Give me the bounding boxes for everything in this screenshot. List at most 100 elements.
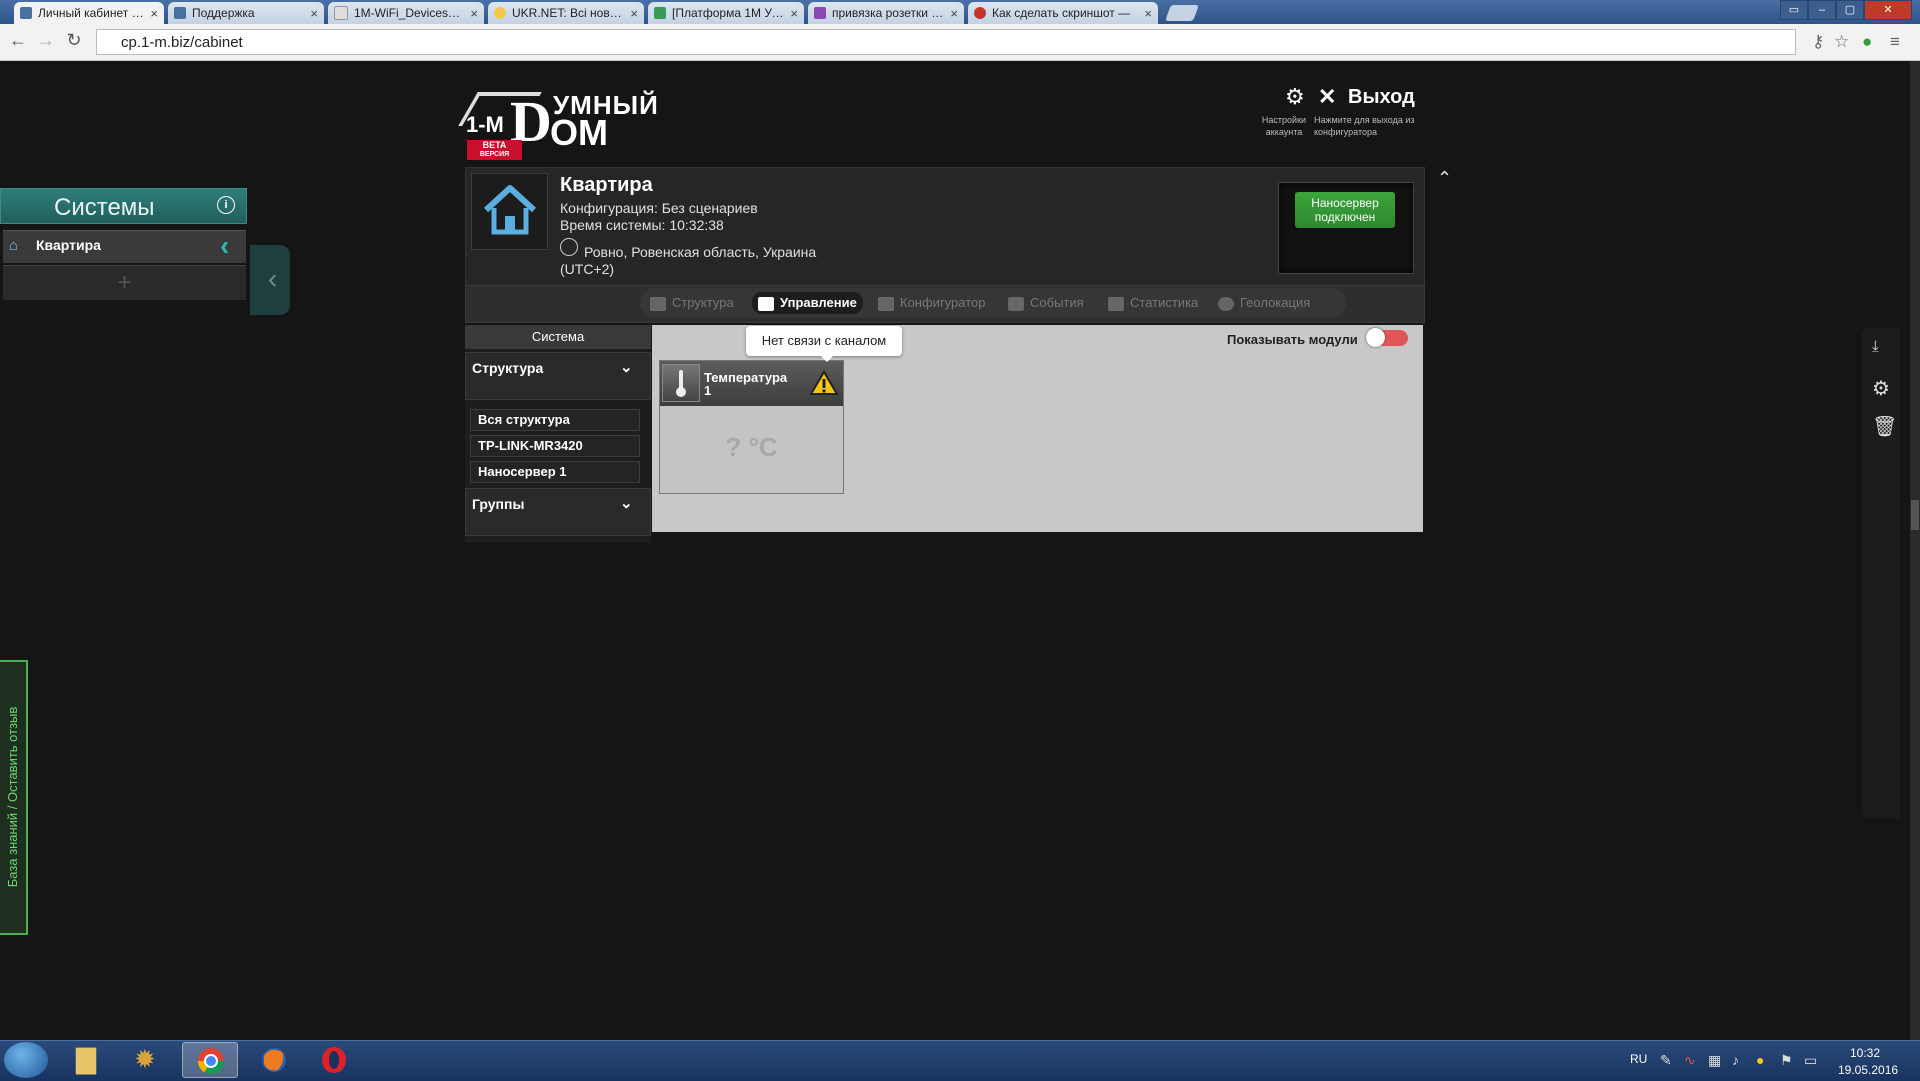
nanoserver-status-badge[interactable]: Наносервер подключен [1295, 192, 1395, 228]
toggle-knob[interactable] [1366, 328, 1385, 347]
address-bar: ← → ↻ cp.1-m.biz/cabinet ⚷ ☆ ● ≡ [0, 24, 1920, 61]
object-title: Квартира [560, 174, 653, 196]
tab-events[interactable]: События [1008, 293, 1084, 313]
logo-prefix: 1-M [466, 112, 504, 137]
user-profile-button[interactable]: ▭ [1780, 0, 1808, 20]
system-panel-header: Система [465, 325, 651, 349]
sun-icon: ✹ [134, 1044, 156, 1074]
taskbar-firefox[interactable] [246, 1042, 302, 1078]
account-settings-label[interactable]: Настройки аккаунта [1256, 114, 1312, 138]
sidebar-item-label[interactable]: Квартира [36, 237, 101, 253]
close-icon[interactable]: × [150, 6, 158, 21]
groups-accordion-label[interactable]: Группы [472, 496, 524, 512]
tab-structure[interactable]: Структура [650, 293, 734, 313]
clock-date[interactable]: 19.05.2016 [1838, 1063, 1898, 1077]
add-system-button[interactable]: + [3, 265, 246, 300]
tray-app-icon[interactable]: ● [1756, 1052, 1764, 1068]
close-icon[interactable]: × [470, 6, 478, 21]
chrome-icon [197, 1048, 225, 1075]
browser-tab-title: Как сделать скриншот — [992, 6, 1131, 20]
close-icon[interactable]: × [950, 6, 958, 21]
tray-language[interactable]: RU [1630, 1052, 1647, 1066]
clock-time[interactable]: 10:32 [1850, 1046, 1880, 1060]
scrollbar-thumb[interactable] [1911, 500, 1919, 530]
folder-icon: ▇ [76, 1044, 96, 1074]
network-activity-icon[interactable]: ∿ [1684, 1052, 1696, 1069]
forward-icon[interactable]: → [34, 30, 58, 51]
site-icon [974, 7, 986, 19]
url-input[interactable]: cp.1-m.biz/cabinet [96, 29, 1796, 55]
browser-tab[interactable]: Как сделать скриншот — × [968, 2, 1158, 24]
exit-configurator-label[interactable]: Нажмите для выхода из конфигуратора [1314, 114, 1418, 138]
trash-icon[interactable]: 🗑 [1872, 414, 1897, 439]
house-icon [483, 185, 537, 235]
browser-tab[interactable]: привязка розетки expert × [808, 2, 964, 24]
network-icon[interactable]: ▦ [1708, 1052, 1721, 1069]
taskbar-opera[interactable] [306, 1042, 362, 1078]
taskbar-app[interactable]: ✹ [120, 1042, 176, 1078]
new-tab-button[interactable] [1165, 5, 1199, 21]
tab-statistics[interactable]: Статистика [1108, 293, 1198, 313]
display-icon[interactable]: ▭ [1804, 1052, 1817, 1069]
close-icon[interactable]: × [310, 6, 318, 21]
close-window-button[interactable]: ✕ [1864, 0, 1912, 20]
minimize-button[interactable]: – [1808, 0, 1836, 20]
calendar-icon [1008, 296, 1024, 311]
bookmark-star-icon[interactable]: ☆ [1834, 32, 1849, 52]
tab-geolocation[interactable]: Геолокация [1218, 293, 1310, 313]
close-icon[interactable]: × [790, 6, 798, 21]
logout-button[interactable]: Выход [1348, 86, 1415, 109]
browser-tab[interactable]: Поддержка × [168, 2, 324, 24]
beta-label: BETA [482, 140, 507, 150]
structure-item[interactable]: TP-LINK-MR3420 [470, 435, 640, 457]
structure-item[interactable]: Вся структура [470, 409, 640, 431]
taskbar-explorer[interactable]: ▇ [60, 1042, 116, 1078]
scrollbar[interactable] [1910, 61, 1920, 1041]
device-card-title: Температура 1 [704, 371, 787, 397]
browser-tab[interactable]: UKR.NET: Всі новини Укр × [488, 2, 644, 24]
logo-line2: OM [550, 112, 608, 153]
thermometer-icon [662, 364, 700, 402]
close-icon[interactable]: × [630, 6, 638, 21]
browser-tab-title: Поддержка [192, 6, 255, 20]
warning-icon[interactable] [809, 370, 839, 396]
start-button[interactable] [4, 1042, 48, 1078]
flag-icon[interactable]: ⚑ [1780, 1052, 1793, 1069]
close-icon[interactable]: × [1144, 6, 1152, 21]
taskbar-chrome[interactable] [182, 1042, 238, 1078]
tab-configurator[interactable]: Конфигуратор [878, 293, 985, 313]
site-icon [814, 7, 826, 19]
chevron-left-icon[interactable]: ‹ [220, 230, 229, 262]
browser-tab[interactable]: Личный кабинет - 1-М У × [14, 2, 164, 24]
feedback-tab-label[interactable]: База знаний / Оставить отзыв [5, 662, 29, 932]
gear-icon[interactable]: ⚙ [1285, 84, 1305, 110]
gear-icon[interactable]: ⚙ [1872, 376, 1890, 401]
browser-tab[interactable]: 1M-WiFi_Devices_Config × [328, 2, 484, 24]
pen-icon[interactable]: ✎ [1660, 1052, 1672, 1069]
tooltip: Нет связи с каналом [746, 326, 902, 356]
beta-sub-label: ВЕРСИЯ [479, 151, 510, 158]
tab-label: Статистика [1130, 295, 1199, 310]
extension-icon[interactable]: ● [1862, 32, 1872, 52]
back-icon[interactable]: ← [6, 30, 30, 51]
browser-tab-title: UKR.NET: Всі новини Укр [512, 6, 627, 20]
maximize-button[interactable]: ▢ [1836, 0, 1864, 20]
chevron-down-icon[interactable]: ⌄ [620, 358, 633, 376]
chevron-left-icon[interactable]: ‹ [268, 263, 277, 295]
structure-item[interactable]: Наносервер 1 [470, 461, 640, 483]
download-icon[interactable]: ⤓ [1872, 338, 1879, 355]
chevron-down-icon[interactable]: ⌄ [620, 494, 633, 512]
house-icon: ⌂ [9, 237, 19, 254]
menu-icon[interactable]: ≡ [1890, 32, 1900, 52]
structure-accordion-label[interactable]: Структура [472, 360, 543, 376]
tab-control[interactable]: Управление [752, 292, 863, 314]
beta-badge: BETA ВЕРСИЯ [467, 140, 522, 160]
key-icon[interactable]: ⚷ [1812, 32, 1824, 52]
info-icon[interactable]: i [217, 196, 235, 214]
volume-icon[interactable]: ♪ [1732, 1052, 1739, 1068]
device-card-value: ? °C [725, 432, 778, 462]
browser-tab[interactable]: [Платформа 1М Умный д × [648, 2, 804, 24]
close-icon[interactable]: ✕ [1318, 84, 1336, 110]
chevron-up-icon[interactable]: ⌃ [1437, 168, 1452, 189]
reload-icon[interactable]: ↻ [62, 30, 86, 51]
